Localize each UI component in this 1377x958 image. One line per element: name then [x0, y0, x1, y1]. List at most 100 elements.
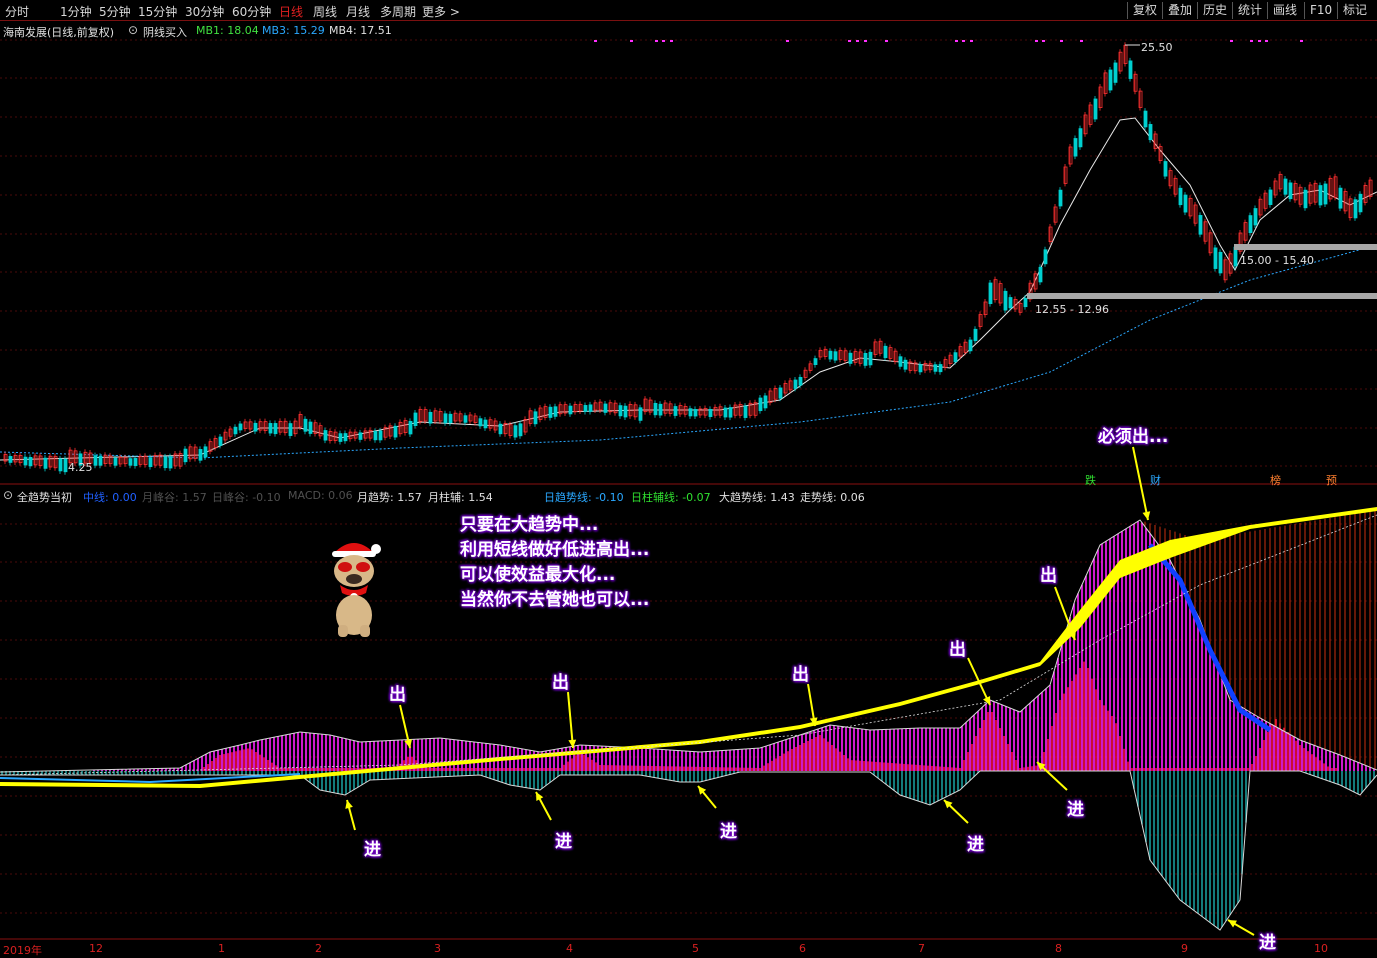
button-overlay[interactable]: 叠加: [1162, 2, 1197, 19]
sell-callout: 出: [949, 640, 966, 660]
candle: [903, 359, 908, 370]
circle-dropdown-icon[interactable]: ⊙: [128, 23, 138, 37]
yqs-value: 月趋势: 1.57: [357, 491, 422, 504]
candle: [1183, 194, 1188, 213]
candle: [583, 405, 588, 412]
signal-dot: [1265, 40, 1268, 42]
candle: [848, 352, 853, 364]
x-axis-month: 7: [918, 942, 925, 955]
buy-callout: 进: [364, 840, 381, 860]
button-draw-line[interactable]: 画线: [1267, 2, 1302, 19]
tab-15min[interactable]: 15分钟: [138, 3, 177, 20]
x-axis-month: 1: [218, 942, 225, 955]
mb3-value: MB3: 15.29: [262, 24, 325, 37]
x-axis-month: 10: [1314, 942, 1328, 955]
arrow-head: [1142, 511, 1151, 520]
candle: [833, 351, 838, 361]
candle: [938, 364, 943, 373]
tab-1min[interactable]: 1分钟: [60, 3, 92, 20]
candle: [693, 409, 698, 417]
candle: [1338, 187, 1343, 209]
candle: [93, 455, 98, 466]
candle: [723, 407, 728, 418]
tab-weekly[interactable]: 周线: [313, 3, 337, 20]
candle: [198, 449, 203, 461]
tab-monthly[interactable]: 月线: [346, 3, 370, 20]
indicator-name[interactable]: 阴线买入: [143, 24, 187, 40]
event-tag-die[interactable]: 跌: [1085, 472, 1096, 488]
button-fuquan[interactable]: 复权: [1127, 2, 1162, 19]
tab-30min[interactable]: 30分钟: [185, 3, 224, 20]
candle: [778, 387, 783, 399]
x-axis-month: 8: [1055, 942, 1062, 955]
signal-dot: [955, 40, 958, 42]
signal-dot: [1035, 40, 1038, 42]
strategy-note: 只要在大趋势中... 利用短线做好低进高出... 可以使效益最大化... 当然你…: [460, 513, 649, 613]
candle: [308, 421, 313, 434]
candle: [1143, 110, 1148, 128]
candle: [393, 425, 398, 438]
candle: [58, 458, 63, 472]
candle: [1093, 98, 1098, 120]
candle: [988, 282, 993, 305]
candle: [288, 423, 293, 436]
signal-dot: [662, 40, 665, 42]
tab-multi-period[interactable]: 多周期: [380, 3, 416, 20]
tab-5min[interactable]: 5分钟: [99, 3, 131, 20]
stock-title: 海南发展(日线,前复权): [3, 26, 115, 39]
candle: [483, 419, 488, 429]
candle: [638, 407, 643, 421]
sub-indicator-title[interactable]: 全趋势当初: [17, 489, 72, 505]
tab-fenshi[interactable]: 分时: [5, 3, 29, 20]
tab-more[interactable]: 更多 >: [422, 3, 460, 20]
rzfx-value: 日柱辅线: -0.07: [631, 491, 711, 504]
signal-dot: [970, 40, 973, 42]
note-line: 只要在大趋势中...: [460, 515, 599, 535]
event-tag-yu[interactable]: 预: [1326, 472, 1337, 488]
candle: [338, 433, 343, 442]
candle: [898, 356, 903, 367]
candle: [743, 405, 748, 418]
candle: [1318, 185, 1323, 206]
macd-value: MACD: 0.06: [288, 489, 353, 502]
button-f10[interactable]: F10: [1304, 2, 1337, 19]
candle: [1038, 266, 1043, 283]
candle: [688, 408, 693, 417]
candle: [933, 364, 938, 372]
note-line: 当然你不去管她也可以...: [460, 590, 650, 610]
signal-dot: [1250, 40, 1253, 42]
candle: [828, 350, 833, 360]
candle: [1128, 60, 1133, 79]
signal-dot: [1230, 40, 1233, 42]
candle: [568, 405, 573, 415]
candle: [1108, 69, 1113, 91]
button-mark[interactable]: 标记: [1337, 2, 1372, 19]
candle: [618, 405, 623, 417]
candle: [148, 457, 153, 468]
candle: [533, 411, 538, 425]
signal-dot: [1080, 40, 1083, 42]
button-statistics[interactable]: 统计: [1232, 2, 1267, 19]
tab-60min[interactable]: 60分钟: [232, 3, 271, 20]
candle: [28, 457, 33, 467]
candle: [1023, 297, 1028, 308]
candle: [378, 430, 383, 441]
sell-callout: 出: [389, 685, 406, 705]
candle: [203, 446, 208, 458]
candle: [1353, 199, 1358, 219]
note-line: 利用短线做好低进高出...: [460, 540, 650, 560]
mascot-dog-icon: [332, 543, 381, 637]
button-history[interactable]: 历史: [1197, 2, 1232, 19]
circle-dropdown-icon[interactable]: ⊙: [3, 488, 13, 502]
x-axis-month: 4: [566, 942, 573, 955]
candle: [1358, 193, 1363, 213]
candle: [1248, 215, 1253, 234]
buy-callout: 进: [967, 835, 984, 855]
tab-daily[interactable]: 日线: [279, 3, 303, 20]
candle: [168, 456, 173, 469]
signal-dot: [962, 40, 965, 42]
event-tag-bang[interactable]: 榜: [1270, 472, 1281, 488]
buy-callout: 进: [720, 822, 737, 842]
candle: [128, 458, 133, 466]
event-tag-cai[interactable]: 财: [1150, 472, 1161, 488]
